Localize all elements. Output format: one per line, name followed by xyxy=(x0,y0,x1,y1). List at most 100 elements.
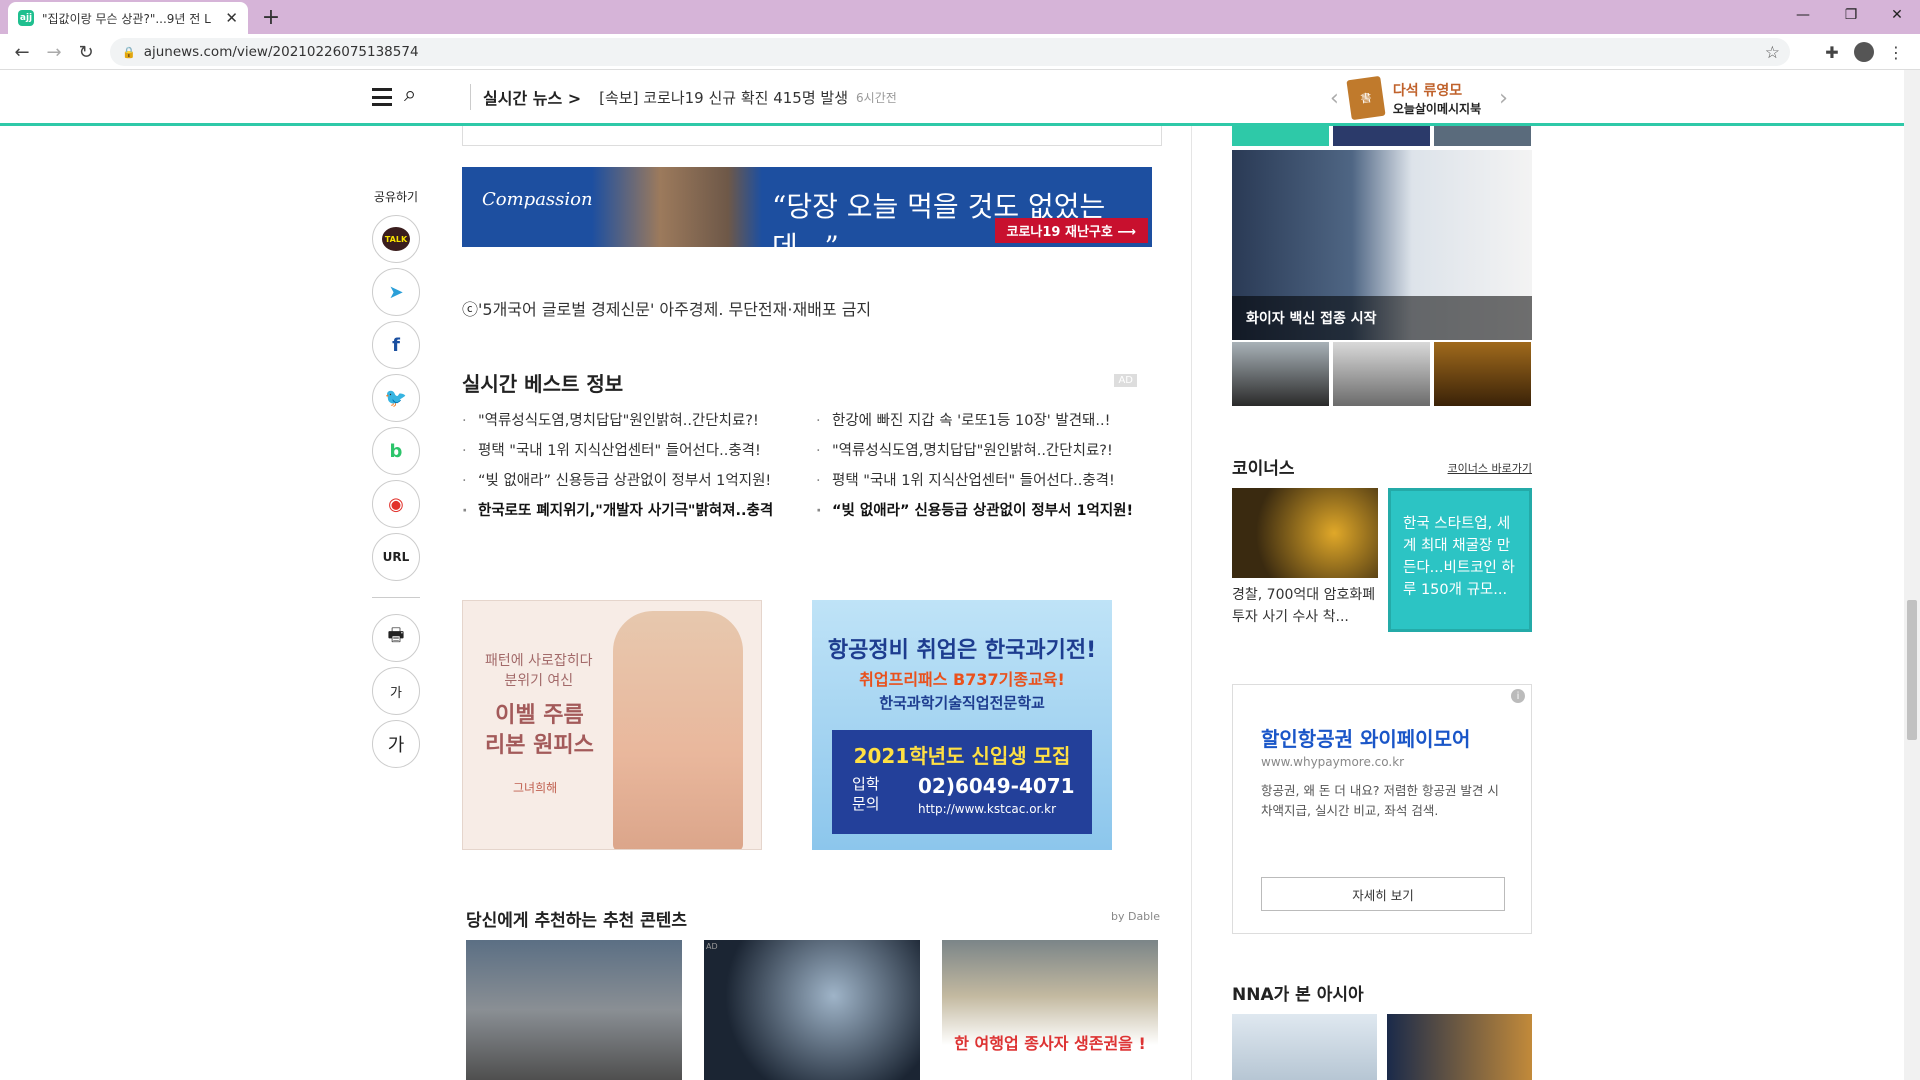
dress-ad[interactable]: 패턴에 사로잡히다 분위기 여신 이벨 주름 리본 원피스 그녀희해 xyxy=(462,600,762,850)
forward-button[interactable]: → xyxy=(42,40,66,64)
dress-ad-line3: 이벨 주름 xyxy=(495,703,584,728)
dress-ad-line1: 패턴에 사로잡히다 xyxy=(485,653,593,669)
school-ad-panel-label: 입학 문의 xyxy=(852,775,880,813)
new-tab-button[interactable]: + xyxy=(258,4,284,30)
font-decrease-button[interactable]: 가 xyxy=(372,667,420,715)
page-content: ⌕ 실시간 뉴스 > [속보] 코로나19 신규 확진 415명 발생 6시간전… xyxy=(0,70,1904,1080)
school-ad-phone: 02)6049-4071 xyxy=(918,774,1075,798)
list-item[interactable]: 한국로또 폐지위기,"개발자 사기극"밝혀져..충격 xyxy=(462,496,792,526)
avatar xyxy=(1854,42,1874,62)
live-news-time: 6시간전 xyxy=(856,90,897,105)
coinus-article-right[interactable]: 한국 스타트업, 세계 최대 채굴장 만든다...비트코인 하루 150개 규모… xyxy=(1388,488,1532,632)
twitter-icon: 🐦 xyxy=(384,387,408,409)
nna-thumb[interactable] xyxy=(1387,1014,1532,1080)
twitter-share-button[interactable]: 🐦 xyxy=(372,374,420,422)
profile-button[interactable] xyxy=(1852,40,1876,64)
dress-ad-brand: 그녀희해 xyxy=(513,781,558,795)
reload-button[interactable]: ↻ xyxy=(74,40,98,64)
browser-toolbar: ← → ↻ 🔒 ajunews.com/view/202102260751385… xyxy=(0,34,1920,70)
facebook-share-button[interactable]: f xyxy=(372,321,420,369)
compassion-logo: Compassion xyxy=(482,189,593,210)
url-copy-button[interactable]: URL xyxy=(372,533,420,581)
tab-close-icon[interactable]: ✕ xyxy=(225,9,238,27)
gallery-thumb[interactable] xyxy=(1434,342,1531,406)
bitcoin-image[interactable] xyxy=(1232,488,1378,578)
telegram-share-button[interactable]: ➤ xyxy=(372,268,420,316)
live-news-headline[interactable]: [속보] 코로나19 신규 확진 415명 발생 xyxy=(599,87,848,108)
chevron-right-icon[interactable]: › xyxy=(1499,86,1508,111)
promo-title[interactable]: 다석 류영모 xyxy=(1393,80,1481,100)
lock-icon: 🔒 xyxy=(122,45,136,59)
realtime-best-section: 실시간 베스트 정보 AD "역류성식도염,명치답답"원인밝혀..간단치료?! … xyxy=(462,368,1137,526)
font-increase-button[interactable]: 가 xyxy=(372,720,420,768)
address-bar[interactable]: 🔒 ajunews.com/view/20210226075138574 ☆ xyxy=(110,38,1790,66)
whypay-title[interactable]: 할인항공권 와이페이모어 xyxy=(1261,723,1470,752)
ad-badge: AD xyxy=(706,942,718,951)
school-ad-line1: 항공정비 취업은 한국과기전! xyxy=(827,638,1097,663)
recommended-thumb[interactable]: 한 여행업 종사자 생존권을 ! xyxy=(942,940,1158,1080)
gallery-bottom-thumbs xyxy=(1232,342,1531,406)
back-button[interactable]: ← xyxy=(10,40,34,64)
gallery-thumb[interactable] xyxy=(1434,126,1531,146)
minimize-button[interactable]: — xyxy=(1780,0,1826,30)
list-item[interactable]: 평택 "국내 1위 지식산업센터" 들어선다..충격! xyxy=(462,436,792,466)
share-divider xyxy=(372,597,420,598)
info-icon[interactable]: i xyxy=(1511,689,1525,703)
dress-ad-tagline: 패턴에 사로잡히다 분위기 여신 xyxy=(485,651,593,691)
list-item[interactable]: “빚 없애라” 신용등급 상관없이 정부서 1억지원! xyxy=(462,466,792,496)
recommended-section: 당신에게 추천하는 추천 콘텐츠 by Dable AD 한 여행업 종사자 생… xyxy=(466,906,1160,1080)
compassion-banner-ad[interactable]: Compassion “당장 오늘 먹을 것도 없었는데...” 코로나19 재… xyxy=(462,167,1152,247)
thumb-overlay-text: 한 여행업 종사자 생존권을 ! xyxy=(954,1034,1146,1053)
font-large-label: 가 xyxy=(387,735,405,756)
list-item[interactable]: "역류성식도염,명치답답"원인밝혀..간단치료?! xyxy=(816,436,1146,466)
hamburger-menu-icon[interactable] xyxy=(372,88,392,106)
weibo-share-button[interactable]: ◉ xyxy=(372,480,420,528)
recommended-thumb[interactable] xyxy=(466,940,682,1080)
maximize-button[interactable]: ❐ xyxy=(1828,0,1874,30)
coinus-article-left[interactable]: 경찰, 700억대 암호화폐 투자 사기 수사 착... xyxy=(1232,584,1378,628)
facebook-icon: f xyxy=(392,334,400,356)
list-item[interactable]: 한강에 빠진 지갑 속 '로또1등 10장' 발견돼..! xyxy=(816,406,1146,436)
gallery-thumb[interactable] xyxy=(1232,342,1329,406)
window-close-button[interactable]: ✕ xyxy=(1874,0,1920,30)
kakaotalk-share-button[interactable]: TALK xyxy=(372,215,420,263)
banner-photo xyxy=(592,167,762,247)
list-item[interactable]: "역류성식도염,명치답답"원인밝혀..간단치료?! xyxy=(462,406,792,436)
nna-title: NNA가 본 아시아 xyxy=(1232,985,1364,1005)
nna-thumb[interactable] xyxy=(1232,1014,1377,1080)
whypaymore-ad[interactable]: i 할인항공권 와이페이모어 www.whypaymore.co.kr 항공권,… xyxy=(1232,684,1532,934)
nna-images xyxy=(1232,1014,1532,1080)
recommended-thumb[interactable]: AD xyxy=(704,940,920,1080)
menu-kebab-icon[interactable]: ⋮ xyxy=(1884,40,1908,64)
site-favicon: ajj xyxy=(18,10,34,26)
bookmark-star-icon[interactable]: ☆ xyxy=(1765,43,1780,63)
promo-subtitle[interactable]: 오늘살이메시지북 xyxy=(1393,100,1481,117)
chevron-left-icon[interactable]: ‹ xyxy=(1330,86,1339,111)
gallery-thumb[interactable] xyxy=(1232,126,1329,146)
share-label: 공유하기 xyxy=(373,190,419,204)
whypay-detail-button[interactable]: 자세히 보기 xyxy=(1261,877,1505,911)
list-item[interactable]: 평택 "국내 1위 지식산업센터" 들어선다..충격! xyxy=(816,466,1146,496)
school-ad-url: http://www.kstcac.or.kr xyxy=(918,802,1057,816)
page-scrollbar[interactable] xyxy=(1904,70,1920,1080)
band-share-button[interactable]: b xyxy=(372,427,420,475)
school-ad[interactable]: 항공정비 취업은 한국과기전! 취업프리패스 B737기종교육! 한국과학기술직… xyxy=(812,600,1112,850)
search-icon[interactable]: ⌕ xyxy=(404,82,416,107)
book-cover-icon[interactable]: 書 xyxy=(1346,75,1386,121)
book-promo: ‹ 書 다석 류영모 오늘살이메시지북 › xyxy=(1330,75,1508,121)
gallery-caption[interactable]: 화이자 백신 접종 시작 xyxy=(1232,296,1532,340)
live-news-label[interactable]: 실시간 뉴스 > xyxy=(483,85,581,109)
column-divider xyxy=(1191,126,1192,1080)
browser-tab[interactable]: ajj "집값이랑 무슨 상관?"...9년 전 L ✕ xyxy=(8,2,248,34)
coinus-link[interactable]: 코이너스 바로가기 xyxy=(1448,460,1532,476)
print-button[interactable]: 🖶 xyxy=(372,614,420,662)
banner-cta-button[interactable]: 코로나19 재난구호 ⟶ xyxy=(994,218,1148,243)
best-list-right: 한강에 빠진 지갑 속 '로또1등 10장' 발견돼..! "역류성식도염,명치… xyxy=(816,406,1146,526)
list-item[interactable]: “빚 없애라” 신용등급 상관없이 정부서 1억지원! xyxy=(816,496,1146,526)
gallery-thumb[interactable] xyxy=(1333,342,1430,406)
scrollbar-thumb[interactable] xyxy=(1907,600,1917,740)
gallery-thumb[interactable] xyxy=(1333,126,1430,146)
nna-section: NNA가 본 아시아 xyxy=(1232,980,1532,1080)
extensions-icon[interactable]: ✚ xyxy=(1820,40,1844,64)
gallery-main-image[interactable]: 화이자 백신 접종 시작 xyxy=(1232,150,1532,340)
